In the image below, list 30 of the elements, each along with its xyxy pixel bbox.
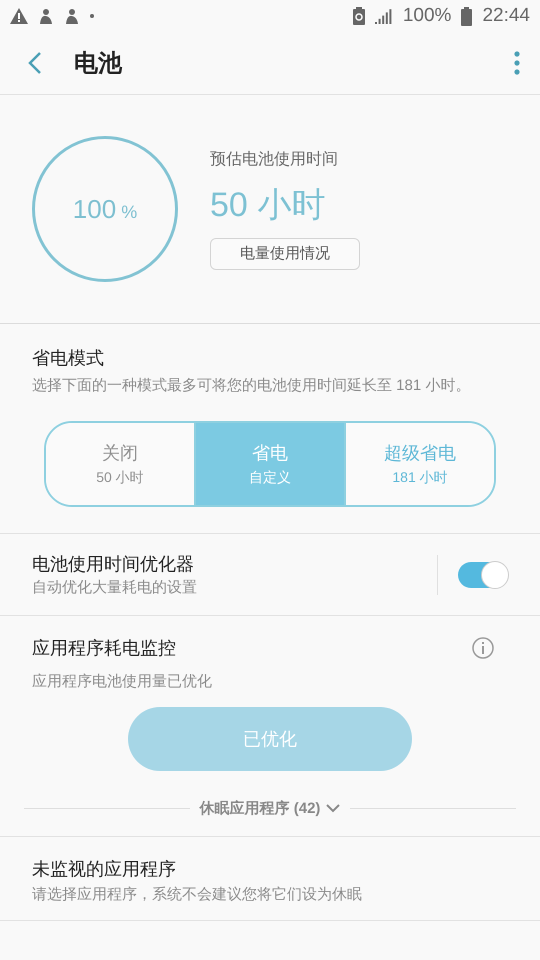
mode-option[interactable]: 关闭 50 小时 bbox=[46, 423, 196, 505]
setting-subtitle: 应用程序电池使用量已优化 bbox=[32, 672, 213, 691]
setting-title: 未监视的应用程序 bbox=[32, 858, 177, 881]
more-icon[interactable] bbox=[514, 51, 520, 75]
setting-subtitle: 请选择应用程序，系统不会建议您将它们设为休眠 bbox=[32, 885, 363, 904]
setting-subtitle: 自动优化大量耗电的设置 bbox=[32, 578, 197, 597]
section-title: 省电模式 bbox=[32, 347, 105, 370]
estimate-label: 预估电池使用时间 bbox=[210, 150, 338, 170]
page-title: 电池 bbox=[74, 49, 124, 79]
estimate-value: 50 小时 bbox=[210, 184, 326, 226]
signal-icon bbox=[374, 8, 393, 24]
warning-icon bbox=[10, 8, 28, 24]
battery-saver-icon bbox=[352, 7, 365, 25]
back-icon[interactable] bbox=[28, 51, 42, 75]
figure-icon bbox=[64, 8, 80, 24]
usage-button[interactable]: 电量使用情况 bbox=[210, 238, 360, 270]
battery-icon bbox=[461, 6, 472, 26]
info-icon[interactable] bbox=[472, 637, 494, 659]
toggle-switch[interactable] bbox=[458, 562, 508, 588]
figure-icon bbox=[38, 8, 54, 24]
dot-icon bbox=[90, 14, 94, 18]
chevron-icon bbox=[326, 804, 340, 813]
sleeping-apps-expander[interactable]: 休眠应用程序 (42) bbox=[200, 793, 340, 824]
mode-option[interactable]: 省电 自定义 bbox=[196, 423, 346, 505]
setting-title: 电池使用时间优化器 bbox=[32, 553, 194, 576]
battery-percent-text: 100 % bbox=[72, 194, 138, 224]
clock: 22:44 bbox=[482, 5, 530, 27]
setting-title: 应用程序耗电监控 bbox=[32, 637, 177, 660]
section-description: 选择下面的一种模式最多可将您的电池使用时间延长至 181 小时。 bbox=[32, 376, 472, 395]
battery-percent: 100% bbox=[402, 5, 452, 27]
